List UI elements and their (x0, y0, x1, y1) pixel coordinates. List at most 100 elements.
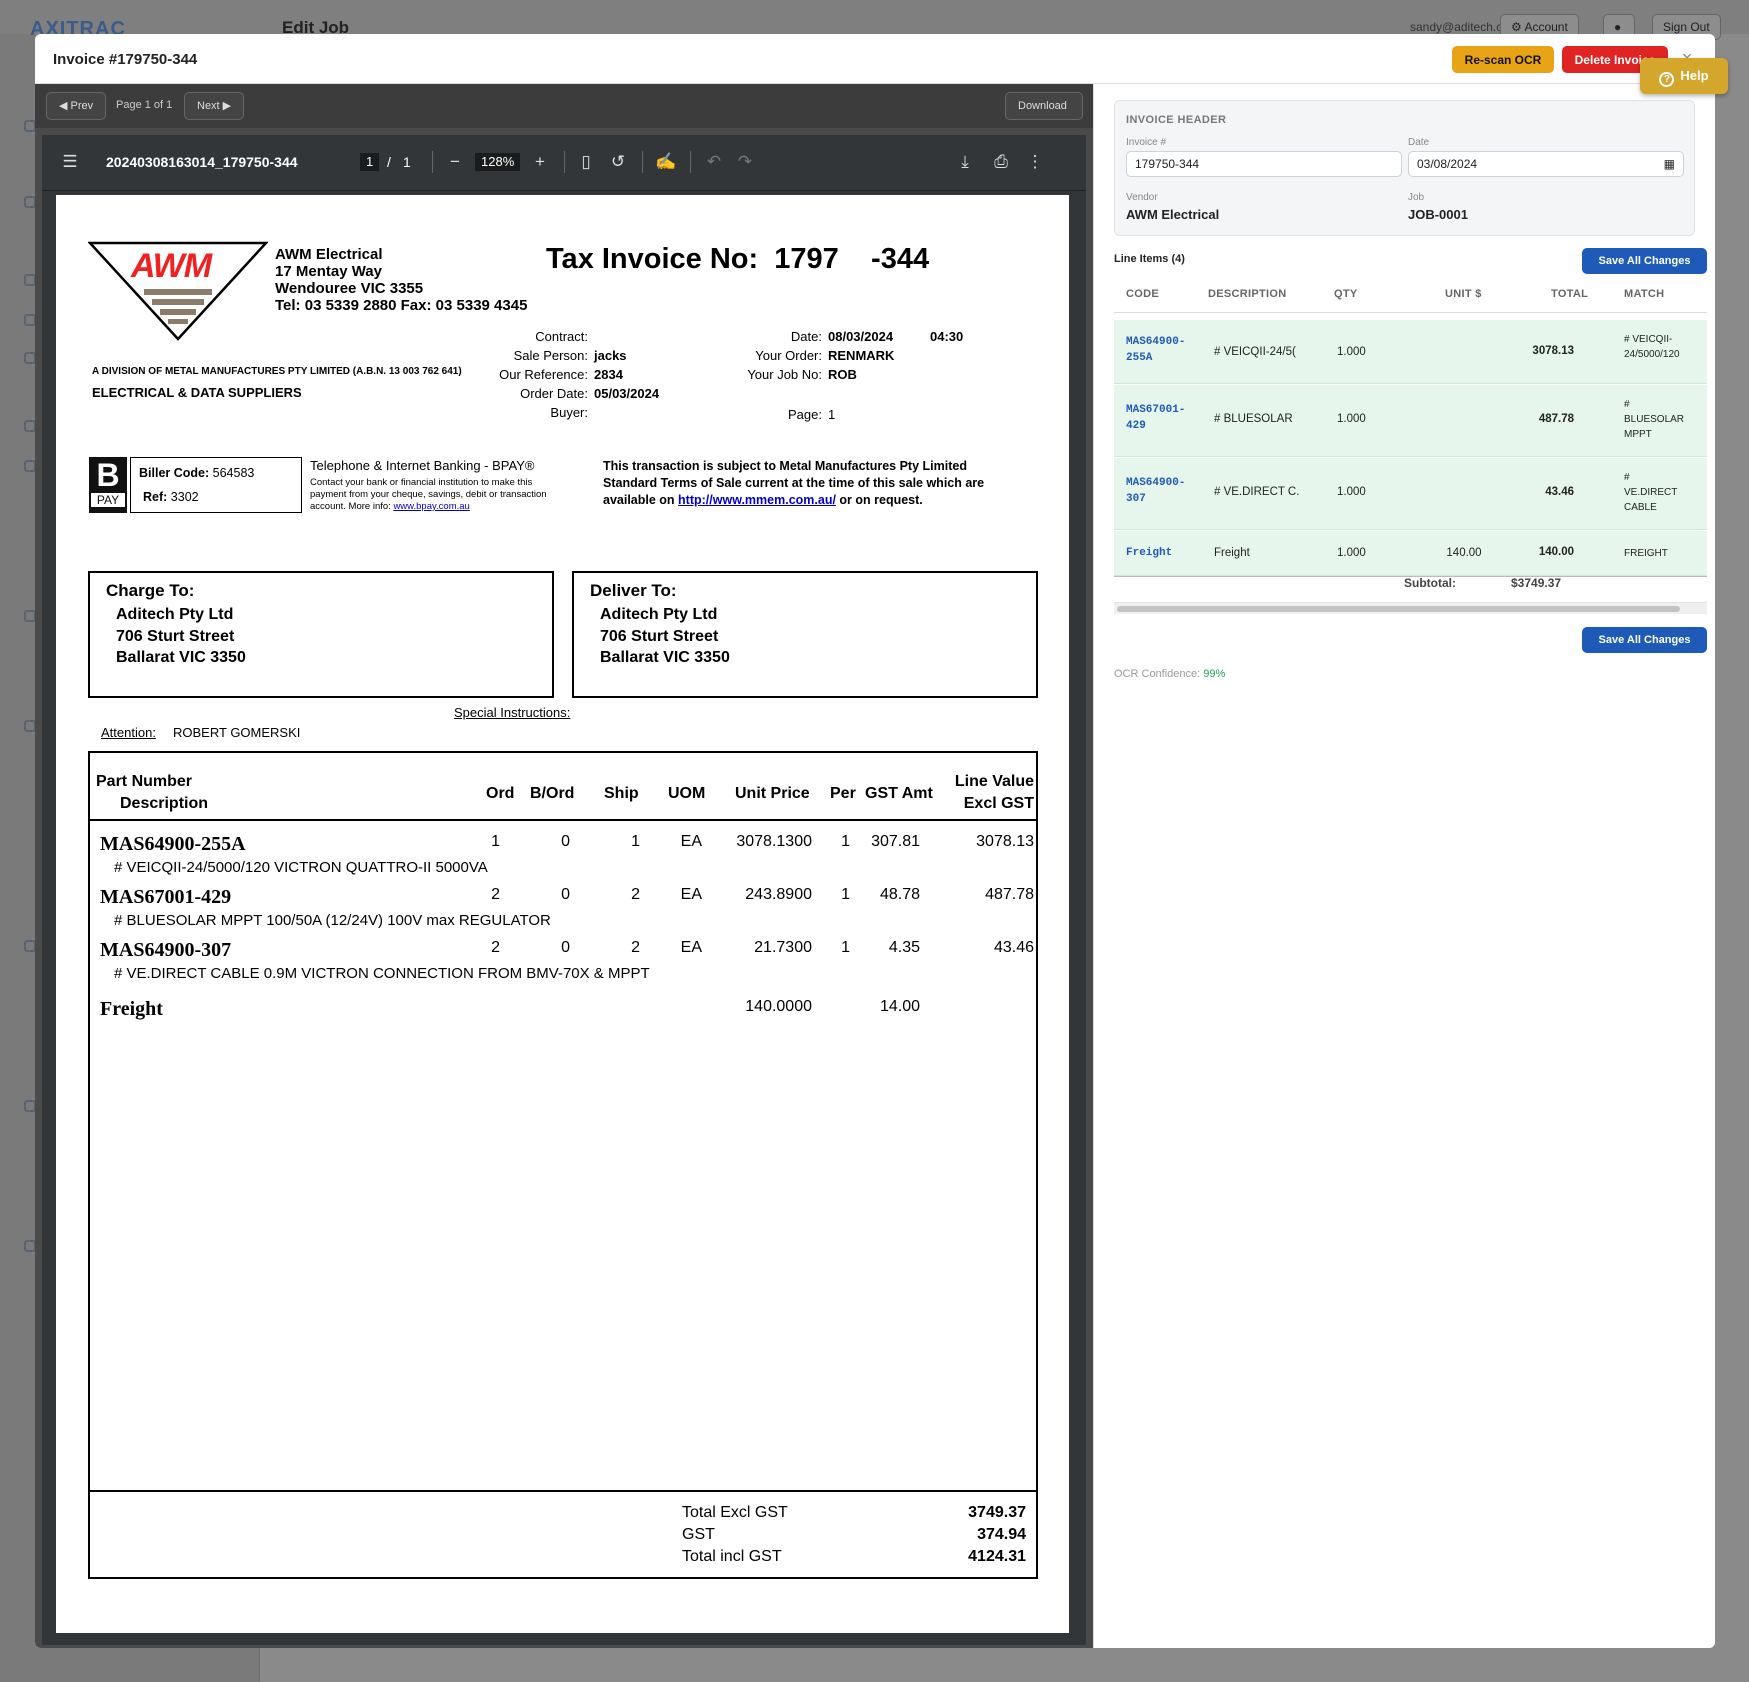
prev-page-button[interactable]: ◀ Prev (46, 92, 107, 120)
bpay-logo-pay: PAY (91, 493, 125, 507)
contract-label: Contract: (535, 329, 588, 344)
our-reference-value: 2834 (594, 367, 623, 382)
download-icon[interactable]: ⤓ (954, 151, 976, 173)
line-value: 487.78 (985, 886, 1034, 903)
rotate-icon[interactable]: ↺ (607, 151, 629, 173)
row-description[interactable]: # VEICQII-24/5( (1214, 346, 1296, 358)
account-label: Account (1524, 20, 1568, 34)
pdf-embed: ☰ 20240308163014_179750-344 1 / 1 − 128%… (42, 135, 1086, 1645)
line-description: # VEICQII-24/5000/120 VICTRON QUATTRO-II… (114, 859, 488, 876)
row-code-line: 255A (1126, 352, 1153, 364)
fit-page-icon[interactable]: ▯ (575, 151, 597, 173)
line-ord: 1 (491, 833, 500, 850)
zoom-level[interactable]: 128% (475, 153, 521, 171)
line-description: # VE.DIRECT CABLE 0.9M VICTRON CONNECTIO… (114, 965, 650, 982)
terms-link[interactable]: http://www.mmem.com.au/ (678, 493, 836, 507)
row-match: # BLUESOLAR MPPT (1624, 397, 1684, 442)
your-job-value: ROB (828, 367, 857, 382)
invoice-header-section: INVOICE HEADER Invoice # 179750-344 Date… (1114, 100, 1695, 236)
total-incl-value: 4124.31 (968, 1548, 1026, 1565)
line-gst: 307.81 (871, 833, 920, 850)
invoice-number-input[interactable]: 179750-344 (1126, 151, 1402, 177)
line-unit-price: 21.7300 (754, 939, 812, 956)
col-part-number: Part Number (96, 773, 193, 790)
bpay-ref-label: Ref: (143, 490, 168, 504)
your-order-value: RENMARK (828, 348, 895, 363)
line-bord: 0 (561, 939, 570, 956)
vendor-label: Vendor (1126, 192, 1158, 203)
line-ship: 1 (631, 833, 640, 850)
special-instructions: Special Instructions: (454, 705, 571, 720)
terms-line-3-end: or on request. (839, 493, 923, 507)
total-incl-label: Total incl GST (682, 1548, 782, 1565)
print-icon[interactable]: ⎙ (990, 151, 1012, 173)
row-description[interactable]: # BLUESOLAR (1214, 413, 1293, 425)
row-qty[interactable]: 1.000 (1337, 547, 1366, 559)
zoom-out-icon[interactable]: − (444, 151, 466, 173)
zoom-in-icon[interactable]: + (529, 151, 551, 173)
subtotal-value: $3749.37 (1511, 576, 1562, 590)
vendor-address-2: Wendouree VIC 3355 (275, 280, 424, 297)
row-qty[interactable]: 1.000 (1337, 346, 1366, 358)
row-description[interactable]: # VE.DIRECT C. (1214, 486, 1299, 498)
menu-icon[interactable]: ☰ (59, 151, 81, 173)
charge-to-line-3: Ballarat VIC 3350 (116, 649, 246, 666)
row-total: 43.46 (1545, 486, 1574, 498)
line-uom: EA (680, 833, 702, 850)
row-unit[interactable]: 140.00 (1414, 547, 1514, 559)
toolbar-divider (564, 151, 565, 173)
page-number-input[interactable]: 1 (360, 153, 380, 171)
col-unit-price: Unit Price (735, 785, 810, 802)
terms-text: This transaction is subject to Metal Man… (603, 458, 984, 509)
more-options-icon[interactable]: ⋮ (1024, 151, 1046, 173)
col-per: Per (830, 785, 856, 802)
bpay-ref-value: 3302 (170, 490, 199, 504)
row-total: 3078.13 (1532, 345, 1574, 357)
next-page-button[interactable]: Next ▶ (184, 92, 245, 120)
save-all-changes-button-bottom[interactable]: Save All Changes (1582, 627, 1707, 653)
table-row[interactable]: Freight Freight 1.000 140.00 140.00 FREI… (1114, 531, 1707, 576)
bpay-ref: Ref: 3302 (143, 490, 199, 504)
line-uom: EA (680, 886, 702, 903)
row-qty[interactable]: 1.000 (1337, 413, 1366, 425)
ocr-confidence-label: OCR Confidence: (1114, 668, 1201, 680)
row-match-line: MPPT (1624, 429, 1652, 440)
line-value: 3078.13 (976, 833, 1034, 850)
table-row[interactable]: MAS64900- 307 # VE.DIRECT C. 1.000 43.46 … (1114, 458, 1707, 530)
save-all-changes-button[interactable]: Save All Changes (1582, 248, 1707, 274)
date-input[interactable]: 03/08/2024 ▦ (1408, 151, 1684, 177)
order-date-label: Order Date: (520, 386, 588, 401)
rescan-ocr-button[interactable]: Re-scan OCR (1452, 46, 1554, 73)
suppliers-text: ELECTRICAL & DATA SUPPLIERS (92, 385, 302, 400)
calendar-icon[interactable]: ▦ (1664, 152, 1675, 176)
viewer-toolbar: ◀ Prev Page 1 of 1 Next ▶ Download (35, 84, 1093, 128)
row-match: FREIGHT (1624, 548, 1668, 559)
line-bord: 0 (561, 886, 570, 903)
invoice-data-panel: INVOICE HEADER Invoice # 179750-344 Date… (1093, 84, 1715, 1648)
line-uom: EA (680, 939, 702, 956)
row-code: MAS64900- 255A (1126, 334, 1185, 366)
pdf-viewer-pane: ◀ Prev Page 1 of 1 Next ▶ Download ☰ 202… (35, 84, 1093, 1648)
total-excl-label: Total Excl GST (682, 1504, 788, 1521)
table-header-rule (90, 819, 1036, 821)
table-row[interactable]: MAS64900- 255A # VEICQII-24/5( 1.000 3078… (1114, 320, 1707, 384)
help-button[interactable]: ? Help (1640, 58, 1728, 94)
download-button[interactable]: Download (1005, 92, 1083, 120)
vendor-value: AWM Electrical (1126, 207, 1220, 222)
row-description[interactable]: Freight (1214, 547, 1250, 559)
sale-person-label: Sale Person: (513, 348, 588, 363)
scrollbar-thumb[interactable] (1117, 606, 1680, 612)
col-gst-amt: GST Amt (865, 785, 933, 802)
line-part-number: MAS64900-307 (100, 939, 232, 961)
bpay-link[interactable]: www.bpay.com.au (393, 501, 469, 512)
redo-icon[interactable]: ↷ (734, 151, 756, 173)
terms-line-2: Standard Terms of Sale current at the ti… (603, 476, 985, 490)
undo-icon[interactable]: ↶ (703, 151, 725, 173)
table-row[interactable]: MAS67001- 429 # BLUESOLAR 1.000 487.78 # B… (1114, 385, 1707, 457)
line-per: 1 (841, 886, 850, 903)
row-code: MAS64900- 307 (1126, 475, 1185, 507)
page-label: Page: (788, 407, 822, 422)
horizontal-scrollbar[interactable] (1114, 602, 1707, 614)
row-qty[interactable]: 1.000 (1337, 486, 1366, 498)
annotate-icon[interactable]: ✍ (655, 151, 677, 173)
